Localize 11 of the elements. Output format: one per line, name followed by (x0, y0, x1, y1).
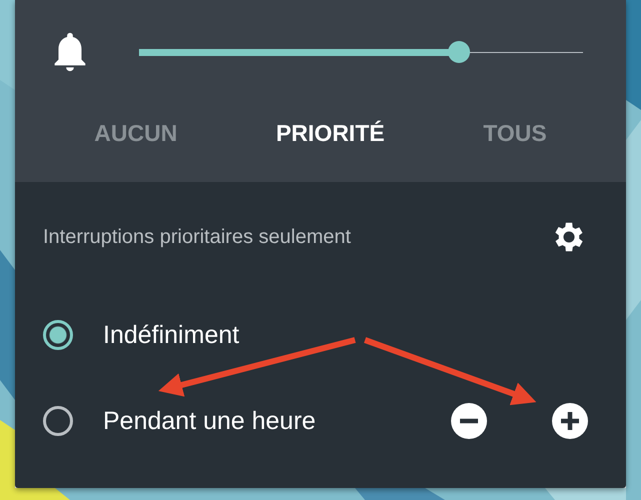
minus-icon[interactable] (451, 403, 487, 439)
option-label: Indéfiniment (103, 320, 240, 350)
mode-tab[interactable]: PRIORITÉ (266, 104, 395, 163)
plus-icon[interactable] (552, 403, 588, 439)
radio-button[interactable] (43, 320, 73, 350)
volume-slider[interactable] (139, 41, 583, 63)
radio-button[interactable] (43, 406, 73, 436)
mode-tab[interactable]: AUCUN (84, 104, 188, 163)
option-label: Pendant une heure (103, 406, 317, 436)
mode-tab[interactable]: TOUS (473, 104, 557, 163)
section-title: Interruptions prioritaires seulement (43, 226, 351, 248)
